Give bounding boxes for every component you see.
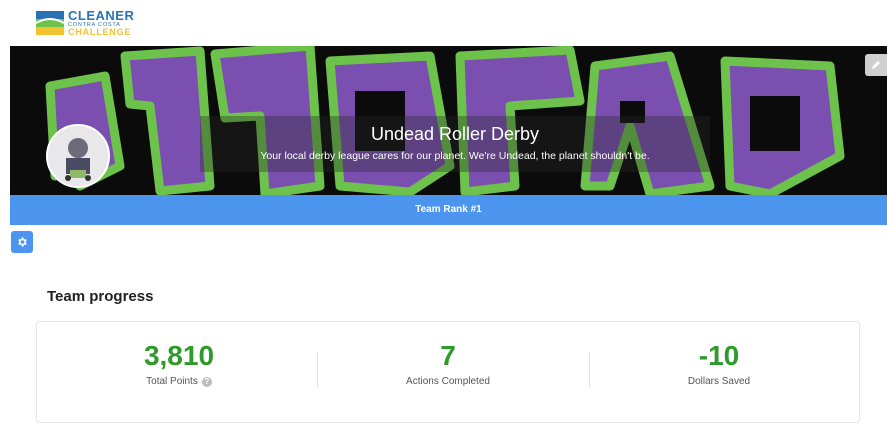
team-progress-heading: Team progress bbox=[47, 288, 154, 305]
stat-value: 7 bbox=[440, 340, 456, 371]
stat-divider bbox=[317, 352, 318, 388]
team-title-box: Undead Roller Derby Your local derby lea… bbox=[200, 116, 710, 172]
pencil-icon bbox=[872, 61, 880, 69]
team-progress-card: 3,810 Total Points ? 7 Actions Completed… bbox=[36, 321, 860, 423]
stat-label: Total Points bbox=[146, 376, 198, 387]
cleaner-contra-costa-logo[interactable]: CLEANER CONTRA COSTA CHALLENGE bbox=[36, 8, 146, 38]
team-banner: Undead Roller Derby Your local derby lea… bbox=[10, 46, 887, 195]
team-avatar[interactable] bbox=[46, 124, 110, 188]
team-name: Undead Roller Derby bbox=[370, 124, 540, 144]
stat-total-points: 3,810 Total Points ? bbox=[79, 340, 279, 387]
stat-value: 3,810 bbox=[143, 340, 215, 371]
edit-banner-button[interactable] bbox=[865, 54, 887, 76]
team-description: Your local derby league cares for our pl… bbox=[260, 150, 650, 162]
stat-value: -10 bbox=[698, 340, 740, 371]
stat-dollars-saved: -10 Dollars Saved bbox=[619, 340, 819, 387]
team-rank-bar: Team Rank #1 bbox=[10, 195, 887, 225]
stat-actions-completed: 7 Actions Completed bbox=[348, 340, 548, 387]
stat-label: Dollars Saved bbox=[687, 376, 751, 387]
logo-line-3: CHALLENGE bbox=[68, 27, 132, 38]
logo-line-1: CLEANER bbox=[68, 7, 135, 23]
team-settings-button[interactable] bbox=[11, 231, 33, 253]
logo-mark-icon bbox=[36, 9, 64, 37]
stat-divider bbox=[589, 352, 590, 388]
gear-icon bbox=[18, 237, 27, 247]
stat-label: Actions Completed bbox=[406, 376, 490, 387]
info-icon[interactable]: ? bbox=[201, 376, 212, 387]
